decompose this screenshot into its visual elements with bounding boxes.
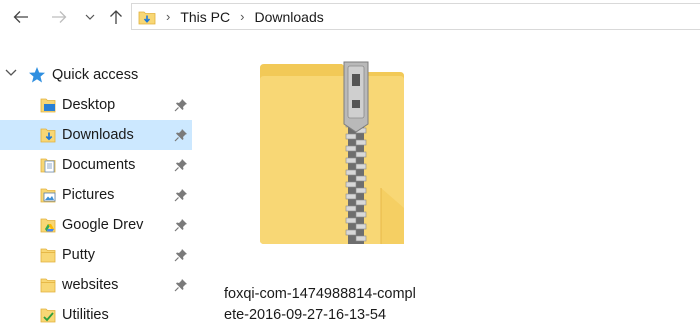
downloads-folder-icon bbox=[40, 128, 56, 143]
forward-arrow-icon bbox=[52, 11, 67, 23]
sidebar-item-label: Quick access bbox=[52, 67, 139, 83]
forward-button[interactable] bbox=[48, 7, 70, 27]
chevron-down-icon bbox=[85, 14, 95, 20]
back-button[interactable] bbox=[10, 7, 32, 27]
sidebar-item-documents[interactable]: Documents bbox=[0, 150, 192, 180]
sidebar-item-quick-access[interactable]: Quick access bbox=[0, 60, 192, 90]
sidebar-item-utilities[interactable]: Utilities bbox=[0, 300, 192, 330]
folder-icon bbox=[40, 278, 56, 293]
pin-icon[interactable] bbox=[174, 278, 188, 292]
sidebar-item-label: Desktop bbox=[62, 97, 116, 113]
star-icon bbox=[29, 67, 45, 83]
up-button[interactable] bbox=[106, 7, 126, 27]
sidebar-item-label: Putty bbox=[62, 247, 96, 263]
zipper-teeth bbox=[345, 118, 367, 244]
up-arrow-icon bbox=[110, 10, 122, 24]
pin-icon[interactable] bbox=[174, 158, 188, 172]
breadcrumb-this-pc[interactable]: This PC bbox=[178, 7, 232, 27]
file-list-area[interactable]: foxqi-com-1474988814-compl ete-2016-09-2… bbox=[194, 34, 700, 336]
recent-locations-button[interactable] bbox=[82, 7, 98, 27]
sidebar-item-label: Documents bbox=[62, 157, 136, 173]
sidebar-item-desktop[interactable]: Desktop bbox=[0, 90, 192, 120]
file-name-line-1: foxqi-com-1474988814-compl bbox=[224, 286, 416, 302]
sidebar-item-label: Utilities bbox=[62, 307, 109, 323]
google-drive-folder-icon bbox=[40, 218, 56, 233]
documents-folder-icon bbox=[40, 158, 56, 173]
pin-icon[interactable] bbox=[174, 188, 188, 202]
file-item[interactable]: foxqi-com-1474988814-compl ete-2016-09-2… bbox=[220, 58, 440, 323]
sidebar-item-pictures[interactable]: Pictures bbox=[0, 180, 192, 210]
breadcrumb-separator[interactable]: › bbox=[240, 9, 244, 24]
zip-folder-icon bbox=[260, 61, 404, 244]
desktop-folder-icon bbox=[40, 98, 56, 113]
file-explorer-window: › This PC › Downloads Quick access Deskt… bbox=[0, 0, 700, 336]
pin-icon[interactable] bbox=[174, 218, 188, 232]
pictures-folder-icon bbox=[40, 188, 56, 203]
downloads-folder-icon bbox=[138, 9, 156, 25]
sidebar-item-label: Downloads bbox=[62, 127, 134, 143]
breadcrumb-separator[interactable]: › bbox=[166, 9, 170, 24]
back-arrow-icon bbox=[13, 11, 28, 23]
pin-icon[interactable] bbox=[174, 248, 188, 262]
file-name: foxqi-com-1474988814-compl ete-2016-09-2… bbox=[224, 284, 444, 326]
sidebar-item-label: Pictures bbox=[62, 187, 115, 203]
address-bar[interactable]: › This PC › Downloads bbox=[131, 3, 700, 30]
navigation-bar: › This PC › Downloads bbox=[0, 0, 700, 34]
sidebar-item-websites[interactable]: websites bbox=[0, 270, 192, 300]
sidebar-item-downloads[interactable]: Downloads bbox=[0, 120, 192, 150]
sidebar-item-label: Google Drev bbox=[62, 217, 144, 233]
breadcrumb-downloads[interactable]: Downloads bbox=[252, 7, 325, 27]
file-name-line-2: ete-2016-09-27-16-13-54 bbox=[224, 307, 387, 323]
chevron-down-icon[interactable] bbox=[5, 69, 17, 77]
utilities-folder-icon bbox=[40, 308, 56, 323]
pin-icon[interactable] bbox=[174, 128, 188, 142]
zipper-pull bbox=[343, 61, 369, 133]
pin-icon[interactable] bbox=[174, 98, 188, 112]
folder-icon bbox=[40, 248, 56, 263]
sidebar-item-google-drev[interactable]: Google Drev bbox=[0, 210, 192, 240]
sidebar-item-label: websites bbox=[62, 277, 119, 293]
navigation-pane: Quick access Desktop Downloads Documents… bbox=[0, 60, 194, 336]
sidebar-item-putty[interactable]: Putty bbox=[0, 240, 192, 270]
